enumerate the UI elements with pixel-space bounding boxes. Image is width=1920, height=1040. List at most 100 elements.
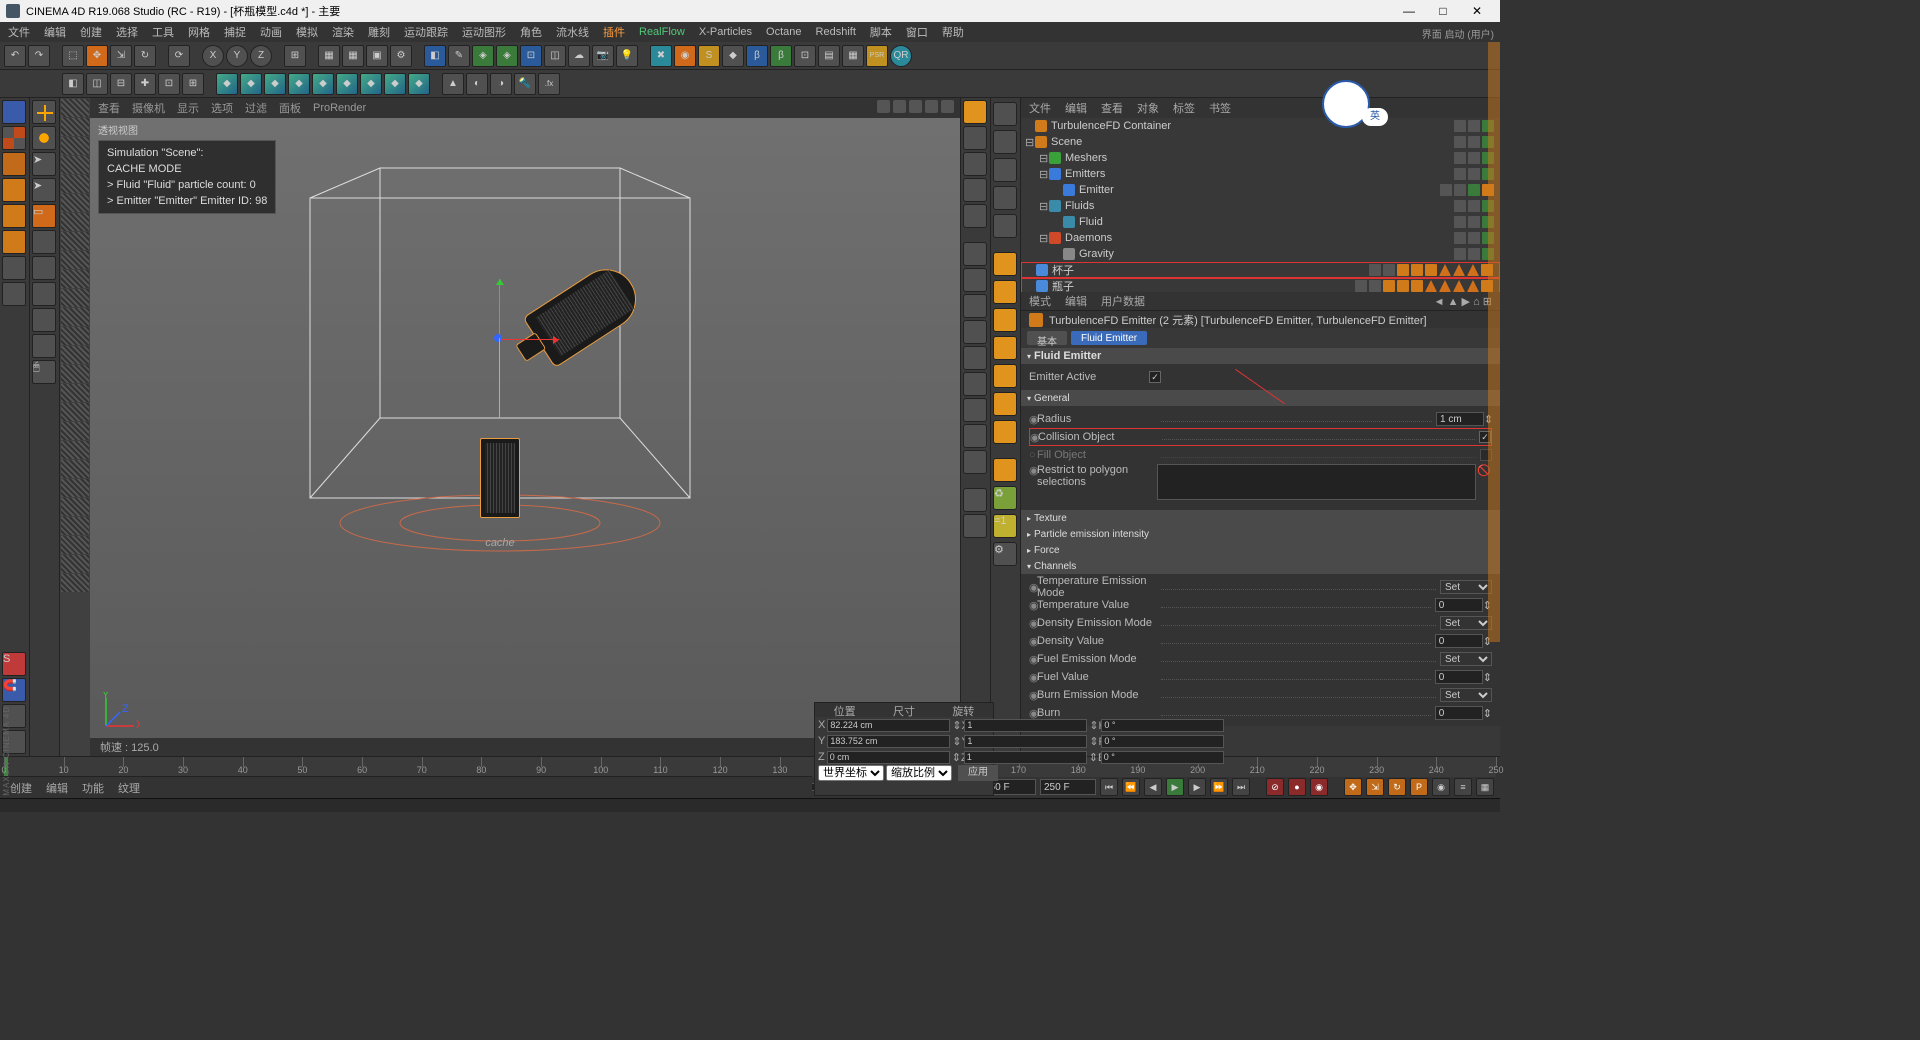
equals-icon[interactable]: =1 [993,514,1017,538]
om-item[interactable]: 瓶子 [1021,278,1500,292]
light[interactable]: 💡 [616,45,638,67]
t2-f[interactable]: ⊞ [182,73,204,95]
ime-indicator[interactable]: 英 [1362,108,1388,126]
modeling-a[interactable]: ▲ [442,73,464,95]
rp1-f[interactable] [963,242,987,266]
pos-y[interactable] [827,735,950,748]
rot-h[interactable] [1101,719,1224,732]
frame-total[interactable] [1040,779,1096,795]
fem-select[interactable]: Set [1440,652,1492,666]
mograph-b[interactable]: ◆ [240,73,262,95]
undo-button[interactable]: ↶ [4,45,26,67]
tl-opt-a[interactable]: ≡ [1454,778,1472,796]
sect-channels[interactable]: Channels [1021,558,1500,574]
record-button[interactable]: ⊘ [1266,778,1284,796]
select-tool[interactable]: ⬚ [62,45,84,67]
vp-filter[interactable]: 过滤 [245,100,267,116]
rp1-c[interactable] [963,152,987,176]
vp-nav-icon[interactable] [893,100,906,113]
coord-system[interactable]: ⊞ [284,45,306,67]
vp-view[interactable]: 查看 [98,100,120,116]
path-select-icon[interactable] [32,308,56,332]
close-button[interactable]: ✕ [1460,4,1494,18]
om-item[interactable]: ⊟Scene [1021,134,1500,150]
plugin-c[interactable]: β [770,45,792,67]
om-item[interactable]: ⊟Daemons [1021,230,1500,246]
z-lock[interactable]: Z [250,45,272,67]
generator-subdiv[interactable]: ◈ [496,45,518,67]
viewport-canvas[interactable]: 透视视图 Simulation "Scene": CACHE MODE > Fl… [90,118,960,738]
menu-create[interactable]: 创建 [80,24,102,40]
menu-script[interactable]: 脚本 [870,24,892,40]
key-param[interactable]: P [1410,778,1428,796]
fx-icon[interactable]: .fx [538,73,560,95]
t2-e[interactable]: ⊡ [158,73,180,95]
step-fwd[interactable]: ⏩ [1210,778,1228,796]
mode-axis[interactable] [2,256,26,280]
menu-file[interactable]: 文件 [8,24,30,40]
key-button[interactable]: ◉ [1310,778,1328,796]
menu-window[interactable]: 窗口 [906,24,928,40]
generator-nurbs[interactable]: ◈ [472,45,494,67]
menu-mesh[interactable]: 网格 [188,24,210,40]
fv-input[interactable] [1435,670,1483,684]
key-pla[interactable]: ◉ [1432,778,1450,796]
poly-select-icon[interactable] [32,256,56,280]
mograph-c[interactable]: ◆ [264,73,286,95]
move-gizmo[interactable] [498,338,499,339]
y-lock[interactable]: Y [226,45,248,67]
redo-button[interactable]: ↷ [28,45,50,67]
modeling-b[interactable]: ◐ [466,73,488,95]
menu-sim[interactable]: 模拟 [296,24,318,40]
emitter-active-checkbox[interactable] [1149,371,1161,383]
sect-texture[interactable]: Texture [1021,510,1500,526]
goto-start[interactable]: ⏮ [1100,778,1118,796]
gear-icon[interactable]: ⚙ [993,542,1017,566]
rp1-n[interactable] [963,450,987,474]
key-pos[interactable]: ✥ [1344,778,1362,796]
psr-icon[interactable]: PSR [866,45,888,67]
live-select-icon[interactable]: ➤ [32,178,56,202]
octane-icon[interactable]: ◉ [674,45,696,67]
rp1-l[interactable] [963,398,987,422]
mograph-d[interactable]: ◆ [288,73,310,95]
play-forward[interactable]: ▶ [1166,778,1184,796]
object-manager[interactable]: TurbulenceFD Container⊟Scene⊟Meshers⊟Emi… [1021,118,1500,292]
vp-prorender[interactable]: ProRender [313,102,366,114]
dem-select[interactable]: Set [1440,616,1492,630]
snap-toggle[interactable]: S [2,652,26,676]
om-item[interactable]: TurbulenceFD Container [1021,118,1500,134]
tv-input[interactable] [1435,598,1483,612]
modeling-d[interactable]: 🔦 [514,73,536,95]
xp-icon[interactable]: ✖ [650,45,672,67]
pattern-item[interactable] [61,99,89,117]
rp1-j[interactable] [963,346,987,370]
rp1-p[interactable] [963,514,987,538]
mode-texture[interactable] [2,126,26,150]
vp-options[interactable]: 选项 [211,100,233,116]
mode-workplane[interactable] [2,282,26,306]
camera[interactable]: 📷 [592,45,614,67]
outline-select-icon[interactable]: 🖱 [32,360,56,384]
radius-input[interactable] [1436,412,1484,426]
menu-render[interactable]: 渲染 [332,24,354,40]
x-lock[interactable]: X [202,45,224,67]
menu-octane[interactable]: Octane [766,26,801,38]
key-scale[interactable]: ⇲ [1366,778,1384,796]
menu-realflow[interactable]: RealFlow [639,26,685,38]
rot-b[interactable] [1101,751,1224,764]
lasso-icon[interactable] [32,230,56,254]
generator-array[interactable]: ⊡ [520,45,542,67]
rect-select-icon[interactable]: ▭ [32,204,56,228]
last-tool[interactable]: ⟳ [168,45,190,67]
collapsed-side-panel[interactable] [1488,42,1500,642]
primitive-cube[interactable]: ◧ [424,45,446,67]
move-gizmo-icon[interactable] [32,100,56,124]
rp1-a[interactable] [963,100,987,124]
tab-basic[interactable]: 基本 [1027,331,1067,345]
menu-anim[interactable]: 动画 [260,24,282,40]
rp1-h[interactable] [963,294,987,318]
deformer[interactable]: ◫ [544,45,566,67]
rp1-i[interactable] [963,320,987,344]
menu-xparticles[interactable]: X-Particles [699,26,752,38]
